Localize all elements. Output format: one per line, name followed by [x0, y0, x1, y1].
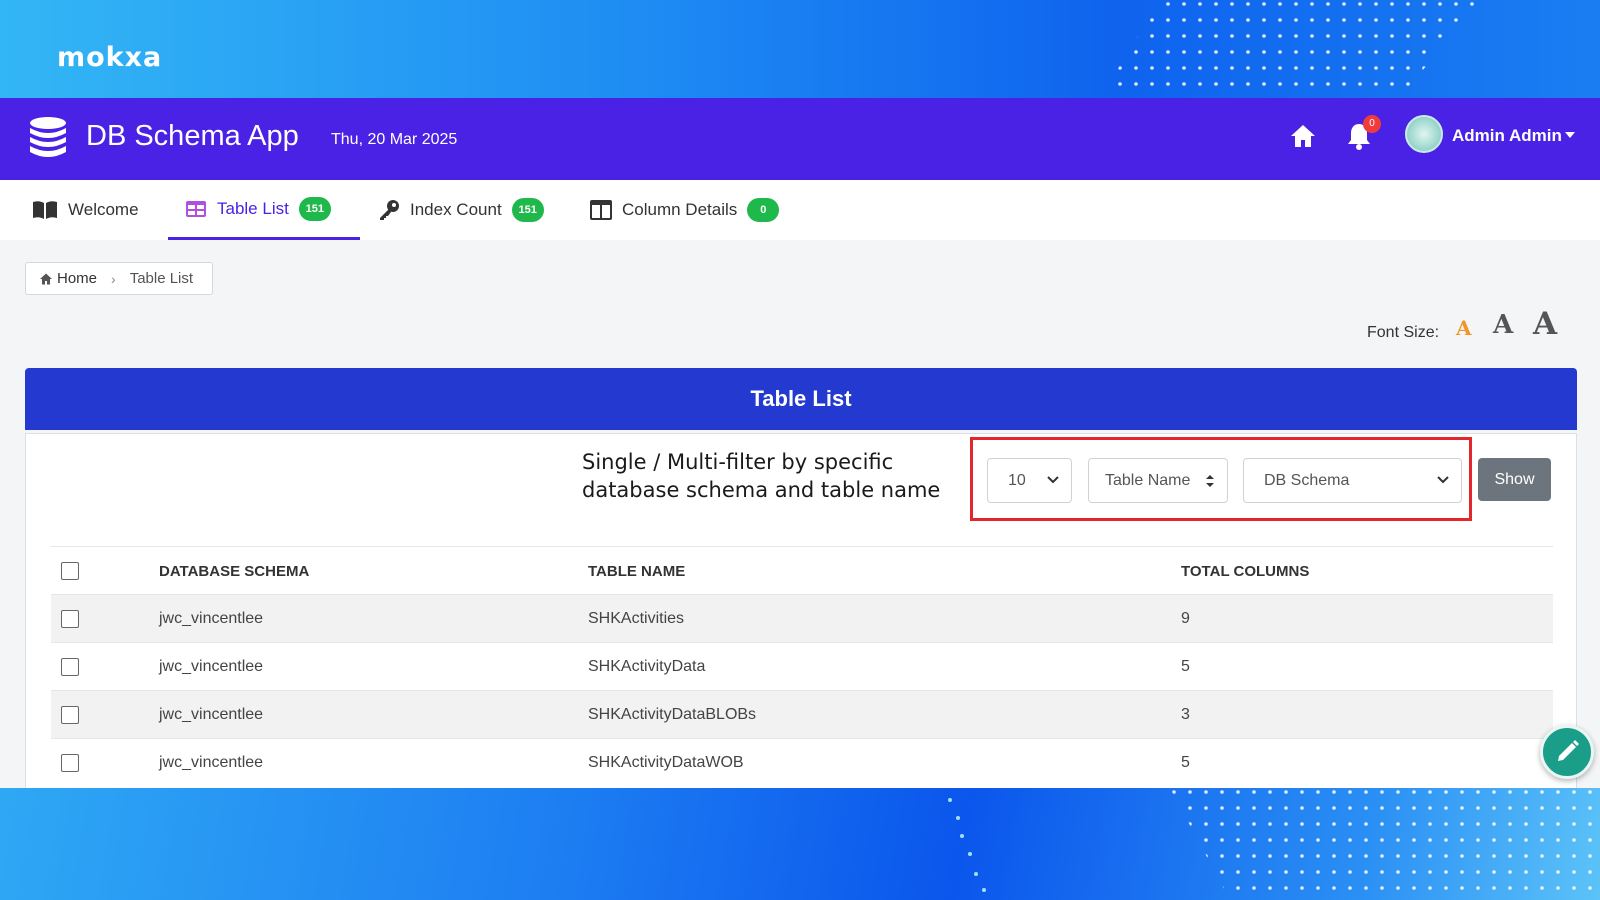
- panel-title: Table List: [25, 368, 1577, 430]
- app-window: DB Schema App Thu, 20 Mar 2025 0 Admin A…: [0, 98, 1600, 788]
- row-checkbox[interactable]: [61, 658, 79, 676]
- annotation-line: Single / Multi-filter by specific: [582, 450, 894, 474]
- chevron-down-icon: [1437, 476, 1449, 484]
- dot-pattern: [948, 798, 986, 892]
- dot-pattern: [1100, 0, 1480, 98]
- pencil-icon: [1558, 740, 1579, 761]
- select-value: Table Name: [1105, 471, 1191, 489]
- count-badge: 151: [298, 196, 331, 221]
- brand-logo: mokxa: [57, 42, 163, 73]
- font-size-large-button[interactable]: A: [1533, 306, 1557, 342]
- caret-down-icon[interactable]: [1565, 132, 1575, 138]
- select-all-checkbox[interactable]: [61, 562, 79, 580]
- cell-table-name: SHKActivityData: [588, 658, 706, 675]
- show-button[interactable]: Show: [1478, 458, 1551, 501]
- tab-label: Index Count: [410, 200, 502, 219]
- breadcrumb: Home › Table List: [25, 262, 213, 295]
- cell-schema: jwc_vincentlee: [159, 610, 264, 627]
- top-navbar: DB Schema App Thu, 20 Mar 2025 0 Admin A…: [0, 98, 1600, 180]
- db-schema-select[interactable]: DB Schema: [1243, 458, 1462, 503]
- table-header-row: DATABASE SCHEMA TABLE NAME TOTAL COLUMNS: [51, 546, 1553, 594]
- font-size-medium-button[interactable]: A: [1493, 310, 1513, 340]
- promo-background-bottom: [0, 788, 1600, 900]
- tab-welcome[interactable]: Welcome: [30, 180, 141, 240]
- data-table: DATABASE SCHEMA TABLE NAME TOTAL COLUMNS…: [51, 546, 1553, 786]
- tab-index-count[interactable]: Index Count 151: [378, 180, 544, 240]
- column-header[interactable]: DATABASE SCHEMA: [159, 547, 309, 595]
- chevron-right-icon: ›: [111, 270, 116, 287]
- cell-total-columns: 5: [1181, 658, 1190, 675]
- table-row[interactable]: jwc_vincentlee SHKActivities 9: [51, 594, 1553, 642]
- home-icon[interactable]: [1290, 124, 1316, 148]
- key-icon: [380, 200, 399, 220]
- count-badge: 0: [747, 198, 780, 222]
- tab-column-details[interactable]: Column Details 0: [590, 180, 780, 240]
- tab-label: Table List: [217, 198, 289, 218]
- notification-count-badge: 0: [1363, 115, 1381, 133]
- count-badge: 151: [511, 198, 544, 222]
- annotation-callout: Single / Multi-filter by specific databa…: [582, 448, 940, 504]
- table-row[interactable]: jwc_vincentlee SHKActivityData 5: [51, 642, 1553, 690]
- user-menu[interactable]: Admin Admin: [1452, 126, 1562, 146]
- cell-total-columns: 5: [1181, 754, 1190, 771]
- breadcrumb-home[interactable]: Home: [39, 270, 97, 287]
- font-size-label: Font Size:: [1367, 324, 1440, 341]
- tab-table-list[interactable]: Table List 151: [168, 180, 360, 240]
- table-name-sort-select[interactable]: Table Name: [1088, 458, 1228, 503]
- avatar[interactable]: [1405, 115, 1443, 153]
- cell-table-name: SHKActivities: [588, 610, 685, 627]
- columns-icon: [590, 200, 612, 220]
- row-checkbox[interactable]: [61, 754, 79, 772]
- breadcrumb-current: Table List: [129, 270, 194, 287]
- cell-schema: jwc_vincentlee: [159, 754, 264, 771]
- table-panel: Single / Multi-filter by specific databa…: [25, 433, 1577, 788]
- column-header[interactable]: TOTAL COLUMNS: [1181, 547, 1309, 595]
- row-checkbox[interactable]: [61, 610, 79, 628]
- cell-schema: jwc_vincentlee: [159, 658, 264, 675]
- book-icon: [33, 201, 57, 219]
- tab-label: Welcome: [68, 200, 139, 219]
- annotation-line: database schema and table name: [582, 478, 941, 502]
- font-size-small-button[interactable]: A: [1456, 316, 1472, 340]
- promo-background-top: mokxa: [0, 0, 1600, 98]
- cell-total-columns: 9: [1181, 610, 1190, 627]
- tab-label: Column Details: [622, 200, 738, 219]
- cell-table-name: SHKActivityDataBLOBs: [588, 706, 757, 723]
- select-value: 10: [1008, 471, 1026, 489]
- cell-schema: jwc_vincentlee: [159, 706, 264, 723]
- select-value: DB Schema: [1264, 471, 1350, 489]
- page-size-select[interactable]: 10: [987, 458, 1072, 503]
- column-header[interactable]: TABLE NAME: [588, 547, 685, 595]
- dot-pattern: [1170, 788, 1600, 900]
- home-icon: [40, 273, 52, 284]
- database-icon: [30, 117, 66, 157]
- tab-bar: Welcome Table List 151 Index Count 151 C…: [0, 180, 1600, 240]
- table-row[interactable]: jwc_vincentlee SHKActivityDataBLOBs 3: [51, 690, 1553, 738]
- breadcrumb-home-label: Home: [57, 270, 98, 287]
- cell-table-name: SHKActivityDataWOB: [588, 754, 744, 771]
- cell-total-columns: 3: [1181, 706, 1190, 723]
- chevron-down-icon: [1047, 476, 1059, 484]
- app-title: DB Schema App: [86, 120, 299, 152]
- current-date: Thu, 20 Mar 2025: [331, 131, 458, 148]
- sort-icon: [1206, 475, 1214, 487]
- edit-fab-button[interactable]: [1540, 725, 1594, 779]
- row-checkbox[interactable]: [61, 706, 79, 724]
- table-row[interactable]: jwc_vincentlee SHKActivityDataWOB 5: [51, 738, 1553, 786]
- table-icon: [186, 200, 206, 217]
